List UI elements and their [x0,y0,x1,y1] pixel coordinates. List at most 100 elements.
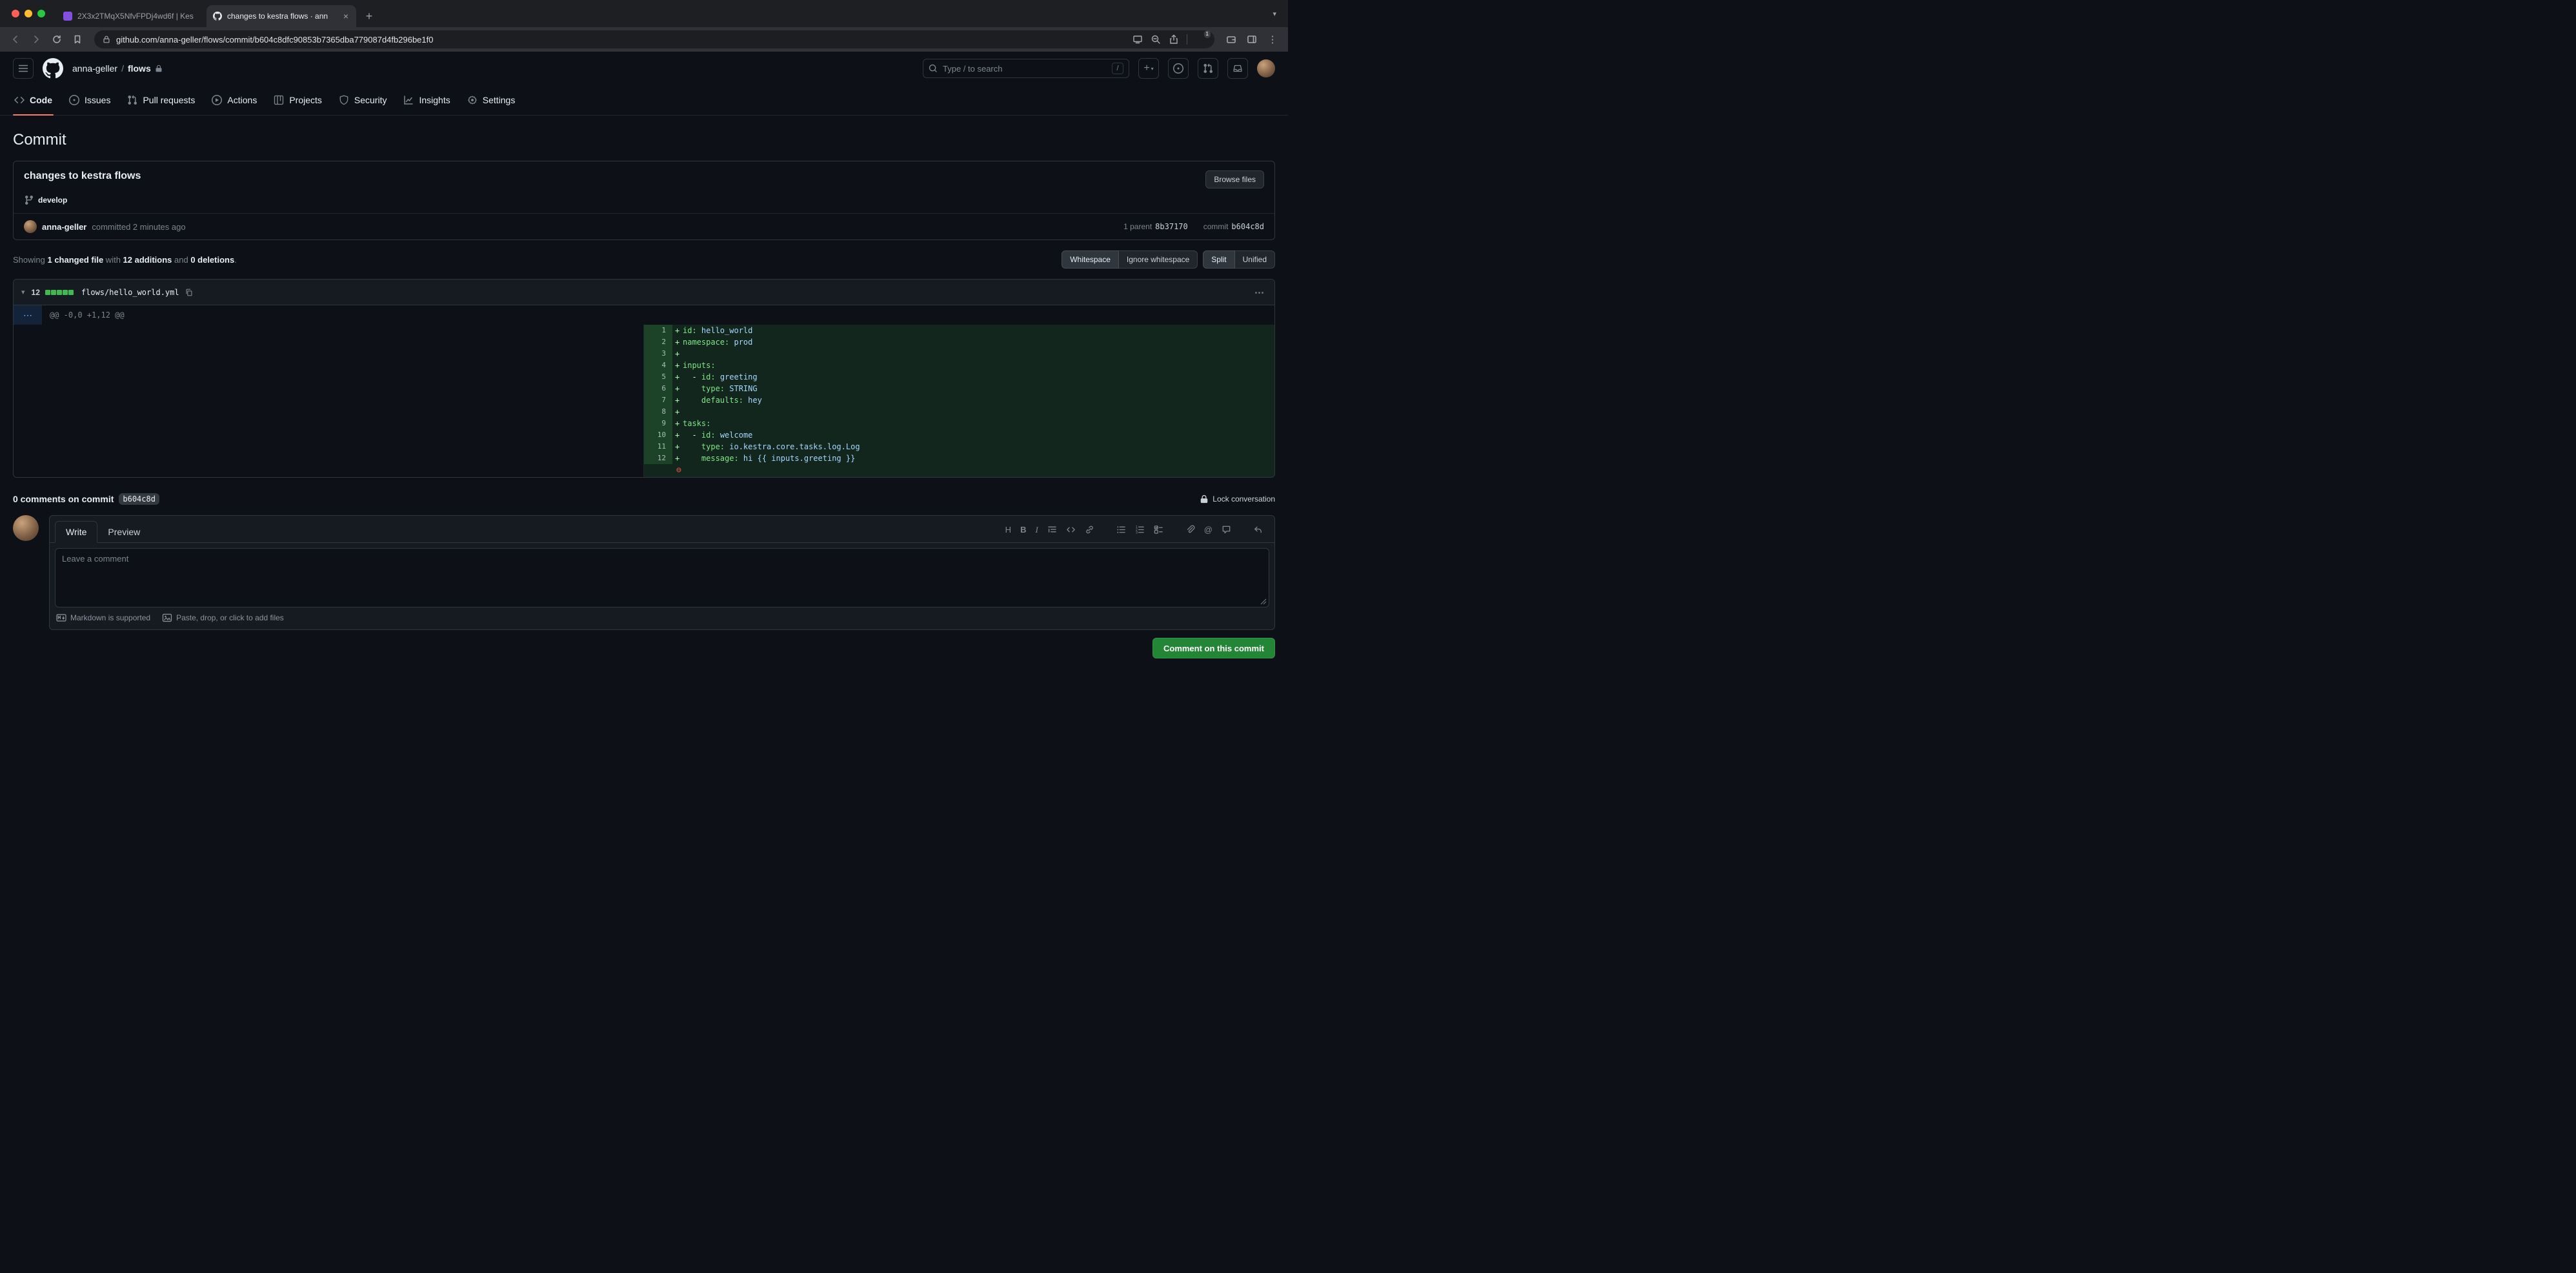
markdown-supported-link[interactable]: Markdown is supported [56,613,150,623]
branch-name[interactable]: develop [38,196,67,205]
copy-path-button[interactable] [185,288,194,297]
tab-insights[interactable]: Insights [397,85,456,115]
preview-tab[interactable]: Preview [97,522,150,542]
unified-view-button[interactable]: Unified [1234,250,1275,269]
search-placeholder: Type / to search [943,63,1003,74]
ignore-whitespace-button[interactable]: Ignore whitespace [1118,250,1198,269]
ordered-list-icon[interactable]: 123 [1135,525,1145,535]
diff-row: 1 + id: hello_world [14,325,1274,336]
diff-line-number[interactable]: 9 [644,418,672,429]
expand-hunk-button[interactable]: ⋯ [14,305,42,325]
cross-reference-icon[interactable] [1222,525,1231,535]
split-view-button[interactable]: Split [1203,250,1235,269]
zoom-out-icon[interactable] [1151,34,1161,45]
lock-conversation-button[interactable]: Lock conversation [1200,494,1275,504]
forward-icon [34,36,39,43]
github-logo[interactable] [43,58,63,79]
commit-card: changes to kestra flows Browse files dev… [13,161,1275,240]
site-security-lock-icon[interactable] [102,35,111,44]
write-tab[interactable]: Write [55,521,98,543]
address-bar[interactable]: github.com/anna-geller/flows/commit/b604… [94,30,1214,48]
url-text[interactable]: github.com/anna-geller/flows/commit/b604… [116,35,1127,45]
github-octocat-icon [43,58,63,79]
tab-projects[interactable]: Projects [267,85,328,115]
diff-line-number[interactable]: 4 [644,360,672,371]
diff-line-number[interactable]: 5 [644,371,672,383]
author-avatar[interactable] [24,220,37,233]
browser-menu-button[interactable]: ⋮ [1263,30,1282,48]
cast-icon[interactable] [1132,34,1143,45]
back-button[interactable] [6,30,25,48]
resize-grip[interactable] [1260,598,1267,605]
attachment-icon[interactable] [1185,525,1195,535]
bookmark-button[interactable] [68,30,86,48]
repo-owner-link[interactable]: anna-geller [72,63,117,74]
pull-requests-dashboard-button[interactable] [1198,58,1218,79]
wallet-button[interactable] [1222,30,1240,48]
browser-tab-kestra[interactable]: 2X3x2TMqX5NfvFPDj4wd6f | Kes [57,5,206,27]
tab-pull-requests[interactable]: Pull requests [121,85,201,115]
diff-line-number[interactable]: 8 [644,406,672,418]
notifications-inbox-button[interactable] [1227,58,1248,79]
comment-submit-button[interactable]: Comment on this commit [1152,638,1275,658]
search-input[interactable]: Type / to search / [923,59,1129,78]
shield-icon [339,95,348,105]
diff-row: 4 + inputs: [14,360,1274,371]
tab-settings[interactable]: Settings [461,85,522,115]
diff-line-number[interactable]: 10 [644,429,672,441]
issues-dashboard-button[interactable] [1168,58,1189,79]
heading-icon[interactable]: H [1005,525,1011,534]
diff-empty-cell [14,348,644,360]
forward-button[interactable] [27,30,45,48]
attach-files-button[interactable]: Paste, drop, or click to add files [162,613,284,623]
global-nav-menu-button[interactable] [13,58,34,79]
tab-close-icon[interactable]: × [342,12,350,21]
diff-line-number[interactable]: 1 [644,325,672,336]
comment-textarea[interactable] [55,548,1269,607]
mention-icon[interactable]: @ [1204,525,1213,534]
bold-icon[interactable]: B [1020,525,1026,534]
user-avatar[interactable] [1257,59,1275,77]
repo-name-link[interactable]: flows [128,63,151,74]
collapse-file-chevron-icon[interactable]: ▾ [20,288,26,296]
window-close-button[interactable] [12,10,19,17]
diff-line-number[interactable]: 3 [644,348,672,360]
create-new-button[interactable]: + ▾ [1138,58,1159,79]
tab-security[interactable]: Security [332,85,394,115]
reload-button[interactable] [48,30,66,48]
tab-title: 2X3x2TMqX5NfvFPDj4wd6f | Kes [77,12,194,21]
saved-replies-icon[interactable] [1253,525,1263,535]
diff-line-number[interactable]: 2 [644,336,672,348]
link-icon[interactable] [1085,525,1094,535]
diff-line-number[interactable]: 6 [644,383,672,394]
diff-line-number[interactable]: 11 [644,441,672,453]
diff-line-number[interactable]: 7 [644,394,672,406]
tab-actions[interactable]: Actions [205,85,263,115]
browser-tab-github[interactable]: changes to kestra flows · ann × [206,5,356,27]
whitespace-button[interactable]: Whitespace [1062,250,1119,269]
diff-line-number[interactable]: 12 [644,453,672,464]
browse-files-button[interactable]: Browse files [1205,170,1264,188]
window-minimize-button[interactable] [25,10,32,17]
new-tab-button[interactable]: + [360,7,378,25]
tab-search-chevron-icon[interactable]: ▾ [1273,0,1279,27]
unordered-list-icon[interactable] [1116,525,1126,535]
task-list-icon[interactable] [1154,525,1163,535]
tab-code[interactable]: Code [8,85,59,116]
window-zoom-button[interactable] [37,10,45,17]
quote-icon[interactable] [1047,525,1057,535]
copy-icon [186,289,192,296]
parent-sha-link[interactable]: 8b37170 [1155,222,1188,231]
pull-request-icon [128,95,137,105]
commit-sha: b604c8d [1231,222,1264,231]
caret-down-icon: ▾ [1151,65,1154,72]
file-options-kebab-icon[interactable]: ⋯ [1251,287,1268,298]
tab-issues[interactable]: Issues [63,85,117,115]
brave-shields-icon[interactable]: 1 [1195,30,1211,45]
code-icon[interactable] [1066,525,1076,535]
italic-icon[interactable]: I [1035,525,1038,534]
author-login[interactable]: anna-geller [42,222,86,232]
sidebar-button[interactable] [1243,30,1261,48]
share-icon[interactable] [1169,34,1179,45]
diff-table: 1 + id: hello_world 2 + namespace: prod 3 + 4… [14,325,1274,477]
